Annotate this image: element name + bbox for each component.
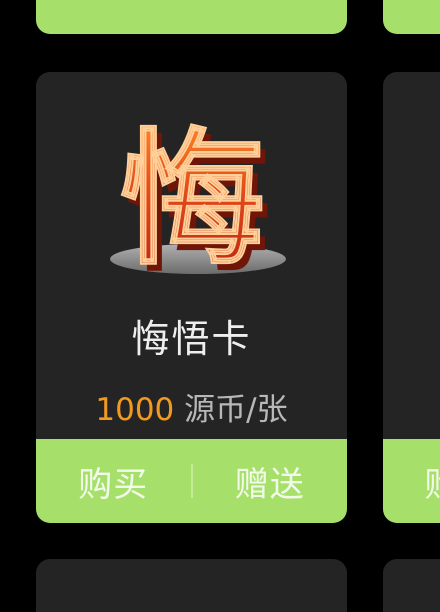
card-action-bar: 购 [383, 439, 440, 523]
card-action-bar [383, 0, 440, 34]
card-title: 悔悟卡 [131, 317, 252, 361]
card-action-bar: 购买 赠送 [36, 0, 347, 34]
shop-card[interactable] [36, 559, 347, 612]
shop-card[interactable] [383, 559, 440, 612]
shop-grid: 购买 赠送 悔 [0, 0, 440, 612]
shop-card [383, 0, 440, 34]
price-number: 1000 [95, 392, 175, 428]
svg-text:悔: 悔 [120, 116, 265, 279]
huiwu-card-icon: 悔 悔 [106, 114, 286, 292]
gift-button[interactable]: 赠送 [193, 0, 348, 2]
buy-button[interactable]: 购买 [36, 0, 191, 2]
shop-card: 购买 赠送 [36, 0, 347, 34]
shop-card[interactable]: 购 [383, 72, 440, 523]
price-unit: 源币/张 [174, 392, 288, 428]
card-price: 1000 源币/张 [36, 384, 347, 429]
buy-button[interactable]: 购买 [36, 457, 191, 506]
huiwu-card[interactable]: 悔 悔 悔悟卡 1000 源币/张 购买 赠送 [36, 72, 347, 523]
buy-button[interactable]: 购 [421, 457, 440, 506]
gift-button[interactable]: 赠送 [193, 457, 348, 506]
card-action-bar: 购买 赠送 [36, 439, 347, 523]
